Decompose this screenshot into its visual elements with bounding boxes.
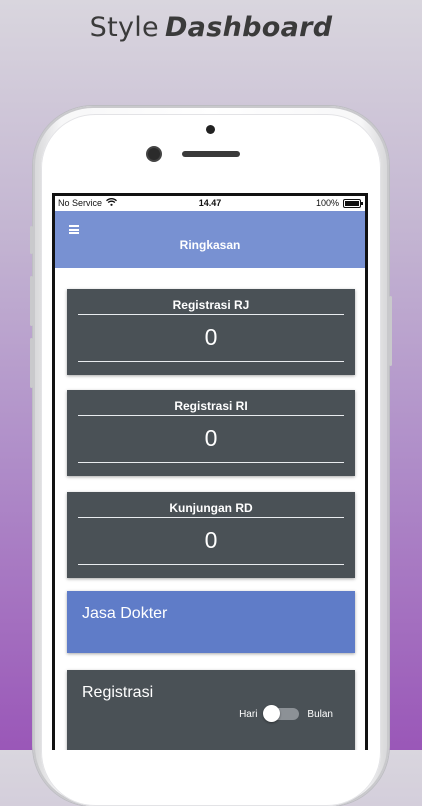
status-bar: No Service 14.47 100% <box>55 196 365 212</box>
phone-screen: No Service 14.47 100% Ringkasan Registra… <box>52 193 368 750</box>
headline-bold: Dashboard <box>164 12 333 43</box>
stat-card-kunjungan-rd[interactable]: Kunjungan RD 0 <box>67 492 355 578</box>
battery-icon <box>343 198 363 208</box>
divider <box>78 415 344 416</box>
menu-icon[interactable] <box>69 225 79 234</box>
phone-volume-down <box>30 338 33 388</box>
stat-title: Registrasi RJ <box>172 298 250 312</box>
headline-light: Style <box>89 12 159 43</box>
divider <box>78 361 344 362</box>
app-screen: No Service 14.47 100% Ringkasan Registra… <box>55 196 365 750</box>
stat-value: 0 <box>204 324 218 350</box>
period-toggle-row: Hari Bulan <box>239 705 333 722</box>
stat-value: 0 <box>204 425 218 451</box>
stat-title: Kunjungan RD <box>169 501 253 515</box>
toggle-label-hari: Hari <box>239 708 258 720</box>
front-camera <box>148 148 160 160</box>
jasa-dokter-title: Jasa Dokter <box>82 605 168 622</box>
divider <box>78 564 344 565</box>
proximity-sensor <box>206 125 215 134</box>
toggle-label-bulan: Bulan <box>307 708 333 720</box>
toggle-knob[interactable] <box>263 705 281 722</box>
promo-headline: Style Dashboard <box>0 12 422 43</box>
stat-card-registrasi-rj[interactable]: Registrasi RJ 0 <box>67 289 355 375</box>
stat-title: Registrasi RI <box>174 399 248 413</box>
status-right: 100% <box>315 198 363 208</box>
stat-card-registrasi-ri[interactable]: Registrasi RI 0 <box>67 390 355 476</box>
divider <box>78 314 344 315</box>
divider <box>78 517 344 518</box>
stat-value: 0 <box>204 527 218 553</box>
phone-power-button <box>389 296 392 366</box>
phone-volume-up <box>30 276 33 326</box>
phone-side-button <box>30 226 33 254</box>
divider <box>78 462 344 463</box>
page-title: Ringkasan <box>179 238 241 252</box>
period-toggle[interactable] <box>263 705 300 722</box>
app-header: Ringkasan <box>55 211 365 268</box>
jasa-dokter-card[interactable]: Jasa Dokter <box>67 591 355 653</box>
battery-percent: 100% <box>315 198 339 208</box>
registrasi-title: Registrasi <box>82 684 154 701</box>
earpiece-speaker <box>182 151 240 157</box>
registrasi-card: Registrasi Hari Bulan <box>67 670 355 750</box>
